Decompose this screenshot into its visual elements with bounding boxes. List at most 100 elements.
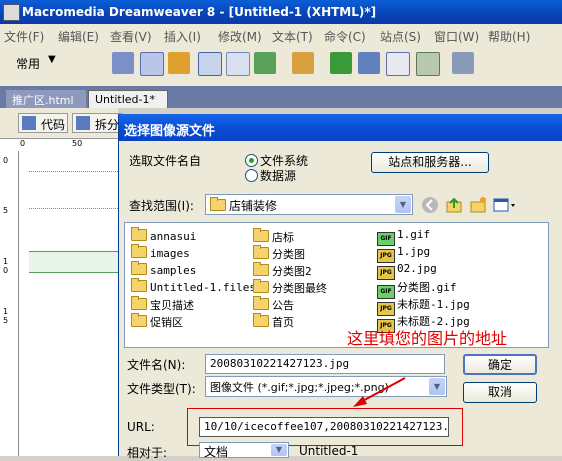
date-icon[interactable]	[330, 52, 352, 74]
media-icon[interactable]	[292, 52, 314, 74]
lookin-label: 查找范围(I):	[129, 199, 194, 213]
menu-site[interactable]: 站点(S)	[380, 28, 421, 45]
site-and-servers-button[interactable]: 站点和服务器...	[371, 152, 489, 173]
jpg-file-icon: JPG	[377, 249, 395, 263]
dreamweaver-app-icon	[3, 4, 20, 21]
chevron-down-icon[interactable]: ▼	[429, 378, 445, 395]
folder-icon	[253, 262, 269, 276]
jpg-file-icon: JPG	[377, 266, 395, 280]
design-canvas[interactable]	[19, 151, 118, 456]
folder-icon	[253, 245, 269, 259]
filetype-label: 文件类型(T):	[127, 382, 196, 396]
menu-commands[interactable]: 命令(C)	[324, 28, 366, 45]
list-item[interactable]: 首页	[253, 313, 294, 330]
folder-icon	[253, 313, 269, 327]
list-item[interactable]: 店标	[253, 228, 294, 245]
select-from-label: 选取文件名自	[129, 154, 202, 168]
chevron-down-icon[interactable]: ▼	[395, 196, 411, 213]
document-toolbar: 代码 拆分	[0, 108, 122, 139]
file-name: 分类图	[272, 248, 305, 261]
folder-icon	[131, 227, 147, 241]
layer-icon[interactable]	[226, 52, 250, 76]
server-side-include-icon[interactable]	[358, 52, 380, 74]
split-view-button[interactable]: 拆分	[72, 113, 122, 133]
menu-file[interactable]: 文件(F)	[4, 28, 44, 45]
folder-icon	[253, 279, 269, 293]
file-name: 店标	[272, 231, 294, 244]
list-item[interactable]: 分类图	[253, 245, 305, 262]
list-item[interactable]: JPG 02.jpg	[377, 262, 437, 280]
comment-icon[interactable]	[386, 52, 410, 76]
chevron-down-icon[interactable]: ▼	[271, 444, 287, 456]
up-folder-icon[interactable]	[445, 196, 463, 214]
named-anchor-icon[interactable]	[168, 52, 190, 74]
filename-input[interactable]: 20080310221427123.jpg	[205, 354, 445, 374]
folder-icon	[253, 296, 269, 310]
head-tags-icon[interactable]	[416, 52, 440, 76]
relative-to-value: 文档	[204, 445, 229, 458]
menu-modify[interactable]: 修改(M)	[218, 28, 262, 45]
list-item[interactable]: 宝贝描述	[131, 296, 194, 313]
file-name: 公告	[272, 299, 294, 312]
menu-insert[interactable]: 插入(I)	[164, 28, 201, 45]
toolbar-category[interactable]: 常用	[16, 55, 40, 72]
folder-icon	[131, 278, 147, 292]
new-folder-icon[interactable]	[469, 196, 487, 214]
datasource-radio[interactable]	[245, 169, 258, 182]
dialog-title: 选择图像源文件	[124, 124, 216, 139]
menu-window[interactable]: 窗口(W)	[434, 28, 479, 45]
back-icon[interactable]	[421, 196, 439, 214]
code-view-icon	[22, 116, 36, 130]
ruler-h-mark: 50	[72, 139, 83, 148]
annotation-arrow-icon	[353, 377, 406, 407]
file-name: 1.gif	[397, 228, 431, 241]
view-menu-icon[interactable]	[493, 196, 517, 214]
list-item[interactable]: GIF 1.gif	[377, 228, 430, 246]
folder-icon	[131, 313, 147, 327]
folder-icon	[253, 228, 269, 242]
folder-icon	[131, 261, 147, 275]
file-name: 分类图.gif	[397, 281, 457, 294]
menu-view[interactable]: 查看(V)	[110, 28, 152, 45]
list-item[interactable]: 分类图最终	[253, 279, 327, 296]
tag-chooser-icon[interactable]	[452, 52, 474, 74]
filename-label: 文件名(N):	[127, 358, 186, 372]
list-item[interactable]: samples	[131, 261, 197, 277]
list-item[interactable]: 公告	[253, 296, 294, 313]
document-tab-bar: 推广区.html Untitled-1*	[0, 86, 562, 108]
email-link-icon[interactable]	[140, 52, 164, 76]
table-icon[interactable]	[198, 52, 222, 76]
list-item[interactable]: images	[131, 244, 190, 260]
tab-tuiguangqu[interactable]: 推广区.html	[6, 90, 86, 108]
ok-button[interactable]: 确定	[463, 354, 537, 375]
lookin-combo[interactable]: 店铺装修 ▼	[205, 194, 413, 215]
code-view-label: 代码	[41, 118, 66, 132]
file-list[interactable]: annasui images samples Untitled-1.files …	[124, 222, 549, 348]
chevron-down-icon[interactable]: ▼	[48, 54, 56, 65]
datasource-label: 数据源	[260, 169, 297, 183]
url-input[interactable]: 10/10/icecoffee107,20080310221427123.jpg	[199, 417, 449, 437]
menu-help[interactable]: 帮助(H)	[488, 28, 530, 45]
app-title: Macromedia Dreamweaver 8 - [Untitled-1 (…	[22, 5, 377, 19]
menu-bar: 文件(F) 编辑(E) 查看(V) 插入(I) 修改(M) 文本(T) 命令(C…	[0, 24, 562, 46]
cancel-button[interactable]: 取消	[463, 382, 537, 403]
tab-untitled-1[interactable]: Untitled-1*	[88, 90, 168, 108]
image-icon[interactable]	[254, 52, 276, 74]
menu-text[interactable]: 文本(T)	[272, 28, 313, 45]
list-item[interactable]: annasui	[131, 227, 197, 243]
ruler-v-mark: 5	[3, 206, 9, 215]
filesystem-radio[interactable]	[245, 154, 258, 167]
list-item[interactable]: Untitled-1.files	[131, 278, 256, 294]
hyperlink-icon[interactable]	[112, 52, 134, 74]
list-item[interactable]: 促销区	[131, 313, 183, 330]
ruler-h-zero: 0	[20, 139, 26, 148]
folder-icon	[131, 244, 147, 258]
file-name: annasui	[150, 230, 197, 243]
list-item[interactable]: JPG 1.jpg	[377, 245, 430, 263]
menu-edit[interactable]: 编辑(E)	[58, 28, 99, 45]
code-view-button[interactable]: 代码	[18, 113, 68, 133]
filetype-combo[interactable]: 图像文件 (*.gif;*.jpg;*.jpeg;*.png) ▼	[205, 376, 447, 397]
file-name: samples	[150, 264, 197, 277]
annotation-text: 这里填您的图片的地址	[347, 329, 508, 348]
list-item[interactable]: 分类图2	[253, 262, 312, 279]
